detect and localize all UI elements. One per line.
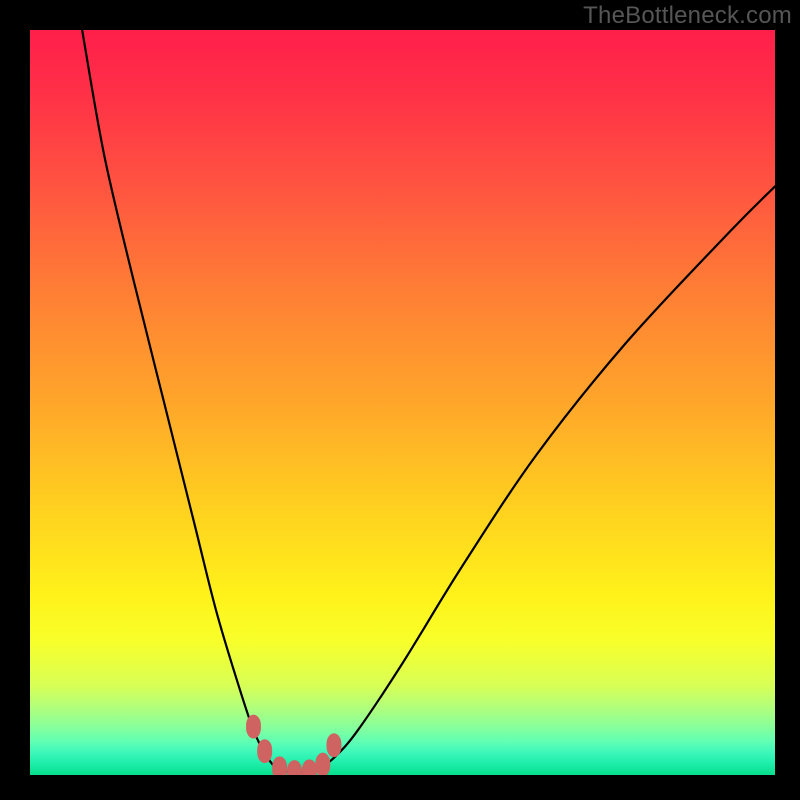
trough-marker [272,756,287,775]
trough-marker [246,715,261,739]
bottleneck-curve [82,30,775,773]
plot-area [30,30,775,775]
trough-marker [302,759,317,775]
trough-marker [327,733,342,757]
trough-marker [315,753,330,775]
trough-marker [257,739,272,763]
trough-marker [287,760,302,775]
trough-markers-group [246,715,341,775]
curve-svg [30,30,775,775]
watermark-text: TheBottleneck.com [583,2,792,30]
chart-frame: TheBottleneck.com [0,0,800,800]
